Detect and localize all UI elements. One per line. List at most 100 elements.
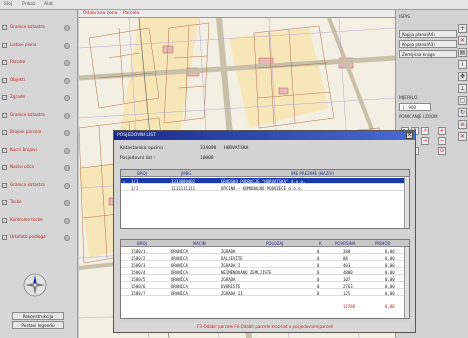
layer-item[interactable]: ✓ Kucni brojevi	[2, 147, 76, 161]
close-icon[interactable]: ✕	[458, 36, 467, 45]
table-row[interactable]: 1/1 1111111111 OPCINA - KOMUNALNO PODUZE…	[121, 185, 409, 191]
owner-no: 1/1	[131, 185, 139, 191]
layer-style-icon[interactable]	[64, 42, 70, 49]
parcel-area: 403	[343, 262, 351, 268]
layer-style-icon[interactable]	[64, 165, 70, 171]
layer-item[interactable]: ✓ Granice katastra	[2, 24, 76, 38]
tab-parcel[interactable]: Parcela	[123, 11, 139, 16]
table-row[interactable]: 1580/3 ORANICA ZGRADA I 0 403 0,00	[121, 262, 409, 268]
layer-style-icon[interactable]	[64, 200, 70, 206]
pan-right-icon[interactable]: →	[421, 137, 429, 145]
layer-style-icon[interactable]	[64, 182, 70, 189]
layer-label: Kontrolne tocke	[10, 216, 43, 222]
parcel-area: 88	[343, 255, 348, 261]
parcel-income: 0,00	[385, 248, 395, 254]
table-row[interactable]: 1580/1 ORANICA ZGRADA 0 380 0,00	[121, 248, 409, 254]
layer-item[interactable]: ✓ Granica katastra	[2, 182, 76, 196]
parcels-col-income: PRIHOD	[375, 241, 391, 246]
layers-icon[interactable]: ≡	[458, 120, 467, 129]
layer-style-icon[interactable]	[64, 77, 70, 84]
parcels-col-use: NACIN	[193, 241, 206, 246]
scale-input[interactable]: 1 : 900	[399, 103, 431, 111]
layer-item[interactable]: ✓ Brojevi parcela	[2, 129, 76, 143]
zoom-in-icon[interactable]: +	[458, 24, 467, 33]
layer-checkbox[interactable]: ✓	[2, 182, 7, 188]
parcel-use: ORANICA	[171, 290, 188, 296]
layer-item[interactable]: ✓ Nazivi ulica	[2, 164, 76, 178]
layer-item[interactable]: ✓ Objekti	[2, 77, 76, 91]
layer-style-icon[interactable]	[64, 217, 70, 224]
list-label: Posjedovni list :	[120, 156, 156, 161]
delete-icon[interactable]: ✕	[458, 132, 467, 141]
menu-item-tools[interactable]: Alat	[44, 2, 53, 7]
select-icon[interactable]: ▢	[458, 96, 467, 105]
table-row[interactable]: 1580/7 ORANICA ZGRADA II 0 125 0,00	[121, 290, 409, 296]
measure-icon[interactable]: ⟂	[458, 84, 467, 93]
layer-item[interactable]: ✓ Parcele	[2, 59, 76, 73]
pan-up-right-icon[interactable]: ↗	[421, 127, 429, 135]
close-icon[interactable]: ×	[406, 132, 413, 139]
layer-style-icon[interactable]	[64, 60, 70, 66]
layer-style-icon[interactable]	[64, 95, 70, 101]
table-row[interactable]: 1580/4 ORANICA NEIMENOVANO ZEMLJISTE 0 4880 0…	[121, 269, 409, 275]
layer-label: Kucni brojevi	[10, 146, 37, 152]
reconstruction-button[interactable]: Rekonstrukcija	[12, 312, 64, 320]
zoom-plus-icon[interactable]: +	[438, 127, 446, 135]
zoom-minus-icon[interactable]: −	[438, 137, 446, 145]
layer-checkbox[interactable]: ✓	[2, 165, 7, 170]
land-registry-button[interactable]: Zemljisna knjiga	[399, 50, 457, 58]
parcel-use: ORANICA	[171, 262, 188, 268]
ownership-list-dialog: POSJEDOVNI LIST × Katastarska opcina : 3…	[113, 130, 416, 333]
layer-checkbox[interactable]: ✓	[2, 95, 7, 100]
layer-label: Listovi plana	[10, 41, 37, 47]
layer-item[interactable]: ✓ Tocke	[2, 199, 76, 213]
zoom-reset-icon[interactable]: ⊙	[438, 147, 446, 155]
layer-style-icon[interactable]	[64, 130, 70, 136]
set-legend-button[interactable]: Postavi legendu	[12, 321, 64, 329]
tab-selected-zone[interactable]: Odabrana zona	[83, 11, 117, 16]
table-row[interactable]: 1580/6 ORANICA DVORISTE 0 2763 0,00	[121, 283, 409, 289]
table-row[interactable]: 1580/5 ORANICA ZGRADA 0 107 0,00	[121, 276, 409, 282]
parcels-scrollbar[interactable]	[404, 247, 409, 318]
layer-checkbox[interactable]: ✓	[2, 25, 7, 30]
layer-style-icon[interactable]	[64, 112, 70, 119]
layer-style-icon[interactable]	[64, 147, 70, 154]
navigation-compass-icon[interactable]	[22, 272, 48, 298]
parcel-k: 0	[317, 276, 320, 282]
layer-item[interactable]: ✓ Ortofoto podloga	[2, 234, 76, 248]
owner-id: 3333080402	[171, 178, 196, 184]
menu-bar: Sloj Prikaz Alat	[0, 0, 468, 10]
parcel-k: 0	[317, 269, 320, 275]
copy-plan-a4-button[interactable]: Kopija plana(A4)	[399, 30, 457, 38]
layer-checkbox[interactable]: ✓	[2, 130, 7, 135]
layer-checkbox[interactable]: ✓	[2, 77, 7, 83]
cadastre-label: Katastarska opcina :	[120, 146, 166, 151]
menu-item-layer[interactable]: Sloj	[4, 2, 12, 7]
layer-checkbox[interactable]: ✓	[2, 60, 7, 65]
layer-checkbox[interactable]: ✓	[2, 217, 7, 223]
layer-style-icon[interactable]	[64, 235, 70, 241]
layer-checkbox[interactable]: ✓	[2, 235, 7, 240]
layer-checkbox[interactable]: ✓	[2, 147, 7, 153]
layer-checkbox[interactable]: ✓	[2, 42, 7, 48]
table-row[interactable]: ▸ 1/1 3333080402 GRADSKO PODRUCJE "HORVA…	[121, 178, 409, 184]
parcel-location: ZGRADA	[221, 248, 236, 254]
refresh-icon[interactable]: ↻	[458, 108, 467, 117]
print-icon[interactable]: ▤	[458, 48, 467, 57]
menu-item-view[interactable]: Prikaz	[22, 2, 35, 7]
layer-style-icon[interactable]	[64, 25, 70, 31]
pan-icon[interactable]: ✥	[458, 72, 467, 81]
parcel-k: 0	[317, 255, 320, 261]
layer-checkbox[interactable]: ✓	[2, 200, 7, 205]
layer-item[interactable]: ✓ Zgrade	[2, 94, 76, 108]
layer-item[interactable]: ✓ Kontrolne tocke	[2, 217, 76, 231]
copy-plan-a3-button[interactable]: Kopija plana(A3)	[399, 40, 457, 48]
layer-checkbox[interactable]: ✓	[2, 112, 7, 118]
layer-item[interactable]: ✓ Listovi plana	[2, 42, 76, 56]
parcels-col-area: POVRSINA	[335, 241, 356, 246]
parcels-table-header: BROJ NACIN POLOZAJ K POVRSINA PRIHOD	[121, 240, 409, 247]
table-row[interactable]: 1580/2 ORANICA DALJEVITE 0 88 0,00	[121, 255, 409, 261]
owners-scrollbar[interactable]	[404, 177, 409, 228]
info-icon[interactable]: i	[458, 60, 467, 69]
layer-item[interactable]: ✓ Granice katastra	[2, 112, 76, 126]
